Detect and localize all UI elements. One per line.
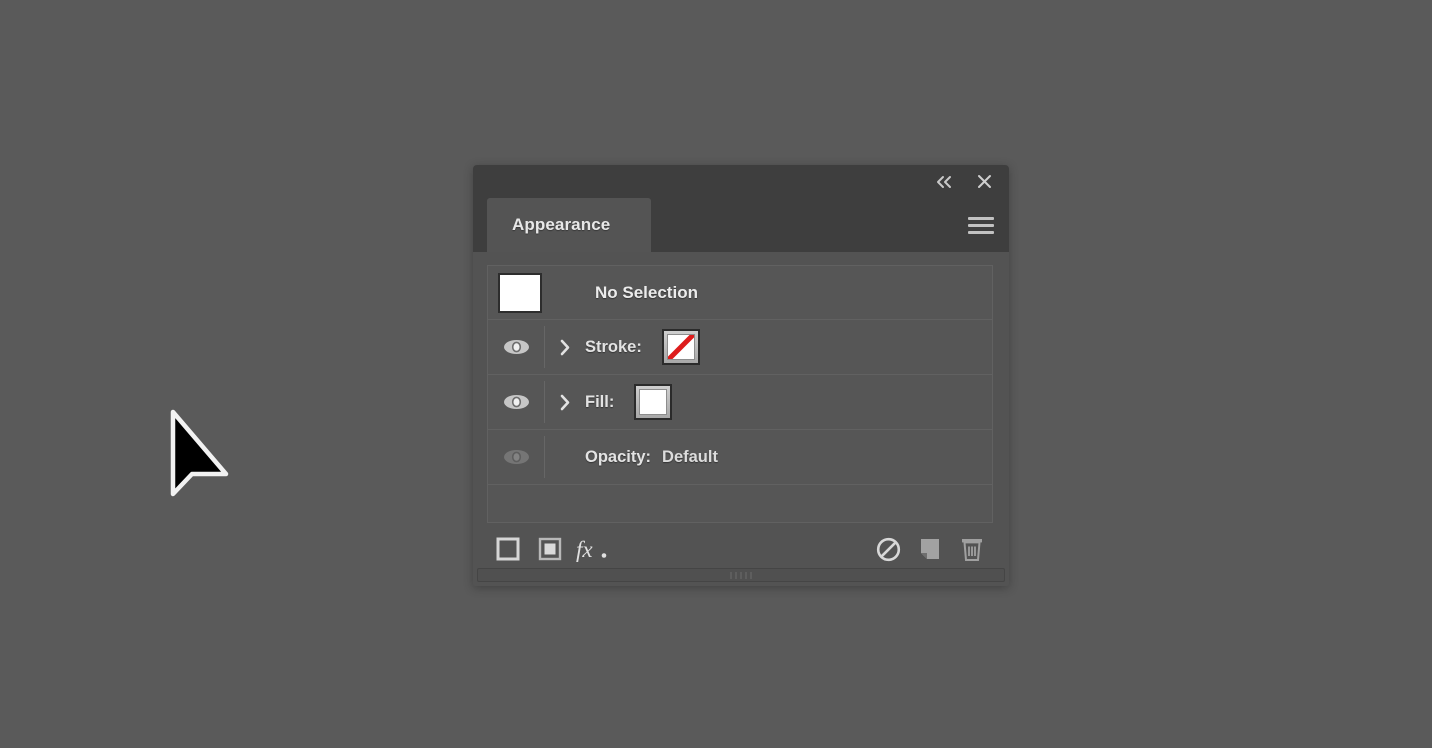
tab-appearance[interactable]: Appearance [487,198,651,252]
close-panel-button[interactable] [973,171,995,193]
fill-color-swatch[interactable] [634,384,673,420]
panel-menu-button[interactable] [968,212,994,238]
appearance-list: No Selection Stroke: Fill: Opacity: Defa… [487,265,993,523]
fill-swatch-inner [639,389,668,415]
grip-dot [745,571,747,579]
mouse-pointer [168,408,230,504]
tab-appearance-label: Appearance [512,215,611,234]
trash-icon [962,539,982,561]
eye-icon [503,340,529,354]
no-symbol-icon [876,537,900,561]
grip-dot [735,571,737,579]
stroke-visibility-toggle[interactable] [488,320,544,374]
document-swatch[interactable] [498,272,542,313]
opacity-label: Opacity: [585,447,652,466]
appearance-row-fill[interactable]: Fill: [488,375,992,430]
grip-dot [750,571,752,579]
opacity-value[interactable]: Default [662,448,718,467]
add-new-stroke-button[interactable] [487,532,529,566]
panel-footer-toolbar: fx [487,529,993,569]
duplicate-page-icon [921,539,939,559]
stroke-swatch-inner [666,334,695,360]
eye-icon [503,395,529,409]
stroke-label: Stroke: [585,337,642,356]
delete-item-button[interactable] [951,532,993,566]
panel-tabstrip: Appearance [473,198,1009,252]
appearance-empty-row [488,485,992,523]
resize-grip[interactable] [477,568,1005,582]
grip-dot [730,571,732,579]
panel-titlebar [473,165,1009,198]
hamburger-menu-icon [968,230,994,234]
opacity-visibility-toggle[interactable] [488,430,544,484]
square-filled-icon [538,537,562,561]
svg-text:fx: fx [576,537,593,562]
stroke-color-swatch[interactable] [661,329,700,365]
eye-icon [503,450,529,464]
hamburger-menu-icon [968,223,994,227]
collapse-panel-button[interactable] [933,171,955,193]
chevron-right-icon [560,339,570,355]
appearance-row-stroke[interactable]: Stroke: [488,320,992,375]
clear-appearance-button[interactable] [867,532,909,566]
fill-label: Fill: [585,392,615,411]
appearance-panel: Appearance No Selection Stroke: Fill: Op… [473,165,1009,586]
duplicate-item-button[interactable] [909,532,951,566]
square-outline-icon [496,537,520,561]
no-selection-label: No Selection [595,282,698,302]
opacity-disclosure-placeholder [545,430,585,484]
add-new-effect-button[interactable]: fx [571,532,613,566]
hamburger-menu-icon [968,216,994,220]
stroke-disclosure-toggle[interactable] [545,320,585,374]
appearance-row-opacity[interactable]: Opacity: Default [488,430,992,485]
grip-dot [740,571,742,579]
chevron-right-icon [560,394,570,410]
no-selection-row[interactable]: No Selection [488,266,992,320]
fx-icon: fx [576,537,607,562]
cursor-arrow-icon [170,409,229,497]
none-color-slash-icon [667,335,694,359]
fill-visibility-toggle[interactable] [488,375,544,429]
add-new-fill-button[interactable] [529,532,571,566]
fill-disclosure-toggle[interactable] [545,375,585,429]
